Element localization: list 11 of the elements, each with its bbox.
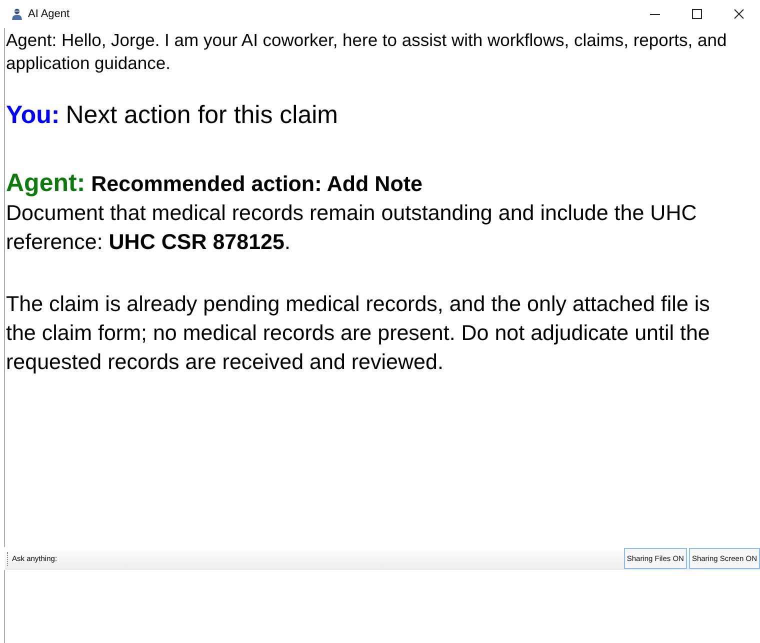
message-text: Next action for this claim [66,100,338,130]
message-paragraph: The claim is already pending medical records, and the only attached file is the claim form; no medical records are present. Do not adjudicate until the requested records are received and reviewed. [6,291,711,376]
close-icon [734,9,744,19]
message-text: Agent: Hello, Jorge. I am your AI coworker, here to assist with workflows, claims, reports, and application guidance. [6,29,728,75]
person-icon [11,8,23,20]
speaker-label: Agent: [6,168,86,198]
maximize-icon [692,9,702,19]
speaker-label: You: [6,100,60,130]
window-title: AI Agent [28,8,70,20]
recommendation-heading: Recommended action: Add Note [91,171,422,198]
message-paragraph: Document that medical records remain outstanding and include the UHC reference: UHC CSR 878125. [6,200,698,256]
